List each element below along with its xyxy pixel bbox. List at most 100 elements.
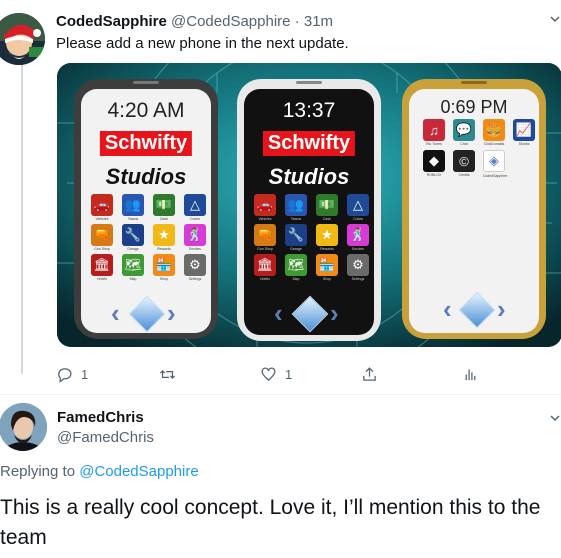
tweet-text: This is a really cool concept. Love it, … [0, 496, 541, 549]
app-roblox-button: ◆ ROBLOX [423, 150, 445, 177]
app-label: Hotels [260, 277, 270, 281]
wrench-icon: 🔧 [287, 227, 305, 242]
gear-icon: ⚙ [189, 257, 201, 272]
sapphire-icon [291, 295, 329, 333]
analytics-button[interactable] [462, 366, 479, 383]
app-building-button: 🏛 Hotels [254, 254, 276, 281]
app-grid: 🚗 Vehicles 👥 Teams 💵 Cash △ Codes 🔫 Gun Shop 🔧 Gara… [91, 194, 206, 281]
tweet-media-image[interactable]: 4:20 AM Schwifty Studios 🚗 Vehicles 👥 Teams… [57, 63, 561, 347]
star-icon: ★ [321, 227, 333, 242]
dance-icon: 🕺 [349, 227, 367, 242]
brand-subtitle: Studios [105, 164, 187, 189]
app-label: Codes [352, 217, 364, 221]
like-button[interactable]: 1 [260, 366, 292, 383]
avatar[interactable] [0, 403, 47, 451]
app-label: ClickDonalds [483, 142, 505, 146]
roblox-icon: ◆ [429, 153, 439, 168]
wrench-icon: 🔧 [124, 227, 142, 242]
sapphire-icon [458, 291, 496, 329]
app-grid: ♫ Rio Tunes 💬 Chat 🍔 ClickDonalds 📈 Stonks ◆ ROBL… [423, 119, 535, 178]
app-label: Stonks [518, 142, 530, 146]
app-label: Codes [189, 217, 201, 221]
app-sapphire-button: ◈ CodedSapphire [483, 150, 507, 178]
app-label: Shop [322, 277, 332, 281]
phone-screen: 13:37 Schwifty Studios 🚗 Vehicles 👥 Teams 💵 C… [244, 89, 374, 335]
chevron-left-icon: ‹ [274, 298, 283, 328]
app-burger-button: 🍔 ClickDonalds [483, 119, 505, 146]
app-label: Emotes [189, 247, 201, 251]
shop-icon: 🏪 [318, 257, 336, 272]
app-label: Vehicles [258, 217, 272, 221]
chevron-right-icon: › [497, 294, 506, 324]
gear-icon: ⚙ [352, 257, 364, 272]
app-label: Rewards [320, 247, 334, 251]
avatar[interactable] [0, 13, 45, 65]
app-building-button: 🏛 Hotels [91, 254, 113, 281]
clock-time: 4:20 AM [107, 99, 185, 122]
app-star-button: ★ Rewards [316, 224, 338, 251]
star-icon: ★ [158, 227, 170, 242]
app-label: Teams [290, 217, 302, 221]
tweet-header: CodedSapphire @CodedSapphire · 31m [56, 13, 333, 30]
app-label: Shop [159, 277, 169, 281]
speaker-grille [461, 81, 487, 84]
share-icon [363, 367, 376, 381]
app-music-button: ♫ Rio Tunes [423, 119, 445, 146]
chevron-down-icon[interactable] [549, 411, 561, 427]
reply-icon [58, 368, 72, 383]
triangle-icon: △ [190, 197, 200, 212]
user-handle[interactable]: @FamedChris [57, 429, 154, 446]
app-cash-button: 💵 Cash [153, 194, 175, 221]
analytics-icon [465, 369, 476, 381]
people-icon: 👥 [287, 197, 305, 212]
app-chart-button: 📈 Stonks [513, 119, 535, 146]
app-label: Cash [322, 217, 332, 221]
app-label: Credits [458, 173, 470, 177]
speaker-grille [133, 81, 159, 84]
app-dance-button: 🕺 Emotes [184, 224, 206, 251]
brand-title: Schwifty [262, 131, 356, 156]
chat-icon: 💬 [455, 122, 473, 137]
car-icon: 🚗 [93, 197, 111, 212]
app-label: Rewards [157, 247, 171, 251]
app-label: Settings [351, 277, 365, 281]
app-gun-button: 🔫 Gun Shop [91, 224, 113, 251]
app-triangle-button: △ Codes [184, 194, 206, 221]
user-handle[interactable]: @CodedSapphire [171, 13, 290, 30]
timestamp[interactable]: 31m [304, 13, 333, 30]
app-gun-button: 🔫 Gun Shop [254, 224, 276, 251]
app-triangle-button: △ Codes [347, 194, 369, 221]
replying-to: Replying to @CodedSapphire [0, 463, 199, 480]
app-label: Chat [460, 142, 468, 146]
phone-mockup-3: 0:69 PM ♫ Rio Tunes 💬 Chat 🍔 ClickDonalds 📈 Sto… [402, 79, 546, 339]
reply-count: 1 [81, 367, 89, 382]
like-count: 1 [285, 367, 293, 382]
building-icon: 🏛 [93, 257, 111, 272]
chevron-right-icon: › [330, 298, 339, 328]
mention-link[interactable]: @CodedSapphire [79, 463, 198, 480]
app-label: Map [129, 277, 137, 281]
display-name[interactable]: CodedSapphire [56, 13, 167, 30]
app-car-button: 🚗 Vehicles [254, 194, 276, 221]
app-label: Gun Shop [257, 247, 273, 251]
cash-icon: 💵 [318, 197, 336, 212]
app-shop-button: 🏪 Shop [153, 254, 175, 281]
clock-time: 0:69 PM [440, 97, 508, 117]
app-label: Garage [127, 247, 139, 251]
app-label: Hotels [97, 277, 107, 281]
share-button[interactable] [361, 366, 378, 383]
building-icon: 🏛 [256, 257, 274, 272]
retweet-button[interactable] [159, 366, 184, 383]
app-map-button: 🗺 Map [285, 254, 307, 281]
sapphire-icon: ◈ [489, 153, 499, 168]
triangle-icon: △ [353, 197, 363, 212]
app-label: Map [292, 277, 300, 281]
chevron-left-icon: ‹ [443, 294, 452, 324]
reply-button[interactable]: 1 [56, 366, 88, 383]
chevron-down-icon[interactable] [549, 12, 561, 28]
like-icon [261, 367, 276, 382]
display-name[interactable]: FamedChris [57, 409, 144, 426]
brand-title: Schwifty [99, 131, 193, 156]
app-label: ROBLOX [426, 173, 442, 177]
app-people-button: 👥 Teams [122, 194, 144, 221]
